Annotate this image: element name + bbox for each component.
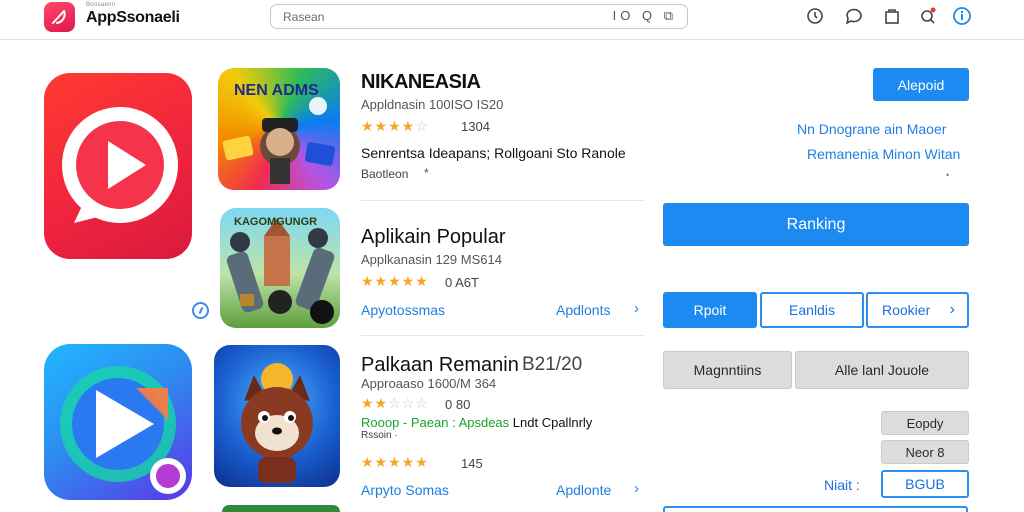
star-rating-1: ★★★★☆ (361, 118, 429, 134)
game-thumbnail-3[interactable] (214, 345, 340, 487)
grey-button-right[interactable]: Alle lanl Jouole (795, 351, 969, 389)
app-description-1: Senrentsa Ideapans; Rollgoani Sto Ranole (361, 145, 626, 161)
row-divider (361, 335, 645, 336)
developer-link-3[interactable]: Arpyto Somas (361, 482, 449, 498)
visit-label: Niait : (824, 477, 860, 493)
notice-line-2[interactable]: Remanenia Minon Witan (807, 146, 960, 162)
app-meta-2: Applkanasin 129 MS614 (361, 252, 502, 267)
chevron-right-icon: › (949, 301, 955, 318)
tab-rookier[interactable]: Rookier › (866, 292, 969, 328)
chevron-right-icon[interactable]: › (634, 300, 639, 317)
developer-link-2[interactable]: Apyotossmas (361, 302, 445, 318)
rating-count-2: 0 A6T (445, 275, 479, 290)
video-app-icon[interactable] (44, 73, 192, 259)
thumbnail-caption: KAGOMGUNGR (234, 216, 318, 228)
see-apps-link-2[interactable]: Apdlonts (556, 302, 610, 318)
brand-tagline: Boosaenn (86, 2, 116, 8)
tab-report[interactable]: Rpoit (663, 292, 757, 328)
clock-icon[interactable] (805, 6, 825, 26)
bag-icon[interactable] (882, 6, 902, 26)
row-divider (361, 200, 645, 201)
sparkle-icon: * (424, 166, 429, 180)
rating-count-3b: 145 (461, 456, 483, 471)
see-apps-link-3[interactable]: Apdlonte (556, 482, 611, 498)
star-rating-3b: ★★★★★ (361, 454, 429, 470)
partial-button[interactable] (663, 506, 968, 512)
rating-count-1: 1304 (461, 119, 490, 134)
grey-button-left[interactable]: Magnntiins (663, 351, 792, 389)
notice-line-1[interactable]: Nn Dnograne ain Maoer (797, 121, 946, 137)
app-title-2[interactable]: Aplikain Popular (361, 226, 506, 249)
partial-thumbnail[interactable] (222, 505, 340, 512)
app-title-3[interactable]: Palkaan Remanin (361, 354, 519, 377)
game-thumbnail-1[interactable]: NEN ADMS (218, 68, 340, 190)
info-circle-icon[interactable] (952, 6, 972, 26)
app-title-1[interactable]: NIKANEASIA (361, 71, 481, 94)
top-bar: Boosaenn AppSsonaeli Rasean IO Q ⧉ (0, 0, 1024, 40)
small-button-1[interactable]: Eopdy (881, 411, 969, 435)
app-meta-3: Approaaso 1600/M 364 (361, 376, 497, 391)
search-input[interactable]: Rasean (283, 10, 324, 24)
app-title-extra-3: B21/20 (522, 354, 583, 375)
rating-count-3: 0 80 (445, 397, 471, 412)
visit-button[interactable]: BGUB (881, 470, 969, 498)
thumbnail-caption: NEN ADMS (234, 82, 319, 99)
app-tagline-3: Rooop - Paean : Apsdeas Lndt Cpallnrly (361, 415, 593, 430)
chat-icon[interactable] (844, 6, 864, 26)
info-icon[interactable] (192, 302, 209, 319)
tab-eanlds[interactable]: Eanldis (760, 292, 864, 328)
search-bar[interactable]: Rasean IO Q ⧉ (270, 4, 688, 29)
chevron-right-icon[interactable]: › (634, 480, 639, 497)
star-rating-3: ★★☆☆☆ (361, 395, 429, 411)
search-icons[interactable]: IO Q ⧉ (613, 8, 677, 24)
play-app-icon[interactable] (44, 344, 192, 500)
notification-search-icon[interactable] (918, 6, 938, 26)
dot-icon: • (946, 170, 950, 180)
app-meta-1: Appldnasin 100ISO IS20 (361, 97, 504, 112)
report-button[interactable]: Alepoid (873, 68, 969, 101)
game-thumbnail-2[interactable]: KAGOMGUNGR (220, 208, 340, 328)
app-logo-icon[interactable] (44, 2, 75, 32)
tab-rookier-label: Rookier (882, 302, 931, 318)
star-rating-2: ★★★★★ (361, 273, 429, 289)
brand-name: AppSsonaeli (86, 9, 180, 26)
small-button-2[interactable]: Neor 8 (881, 440, 969, 464)
app-subtitle-3: Rssoin · (361, 430, 398, 441)
app-subtitle-1: Baotleon (361, 167, 409, 181)
ranking-button[interactable]: Ranking (663, 203, 969, 246)
